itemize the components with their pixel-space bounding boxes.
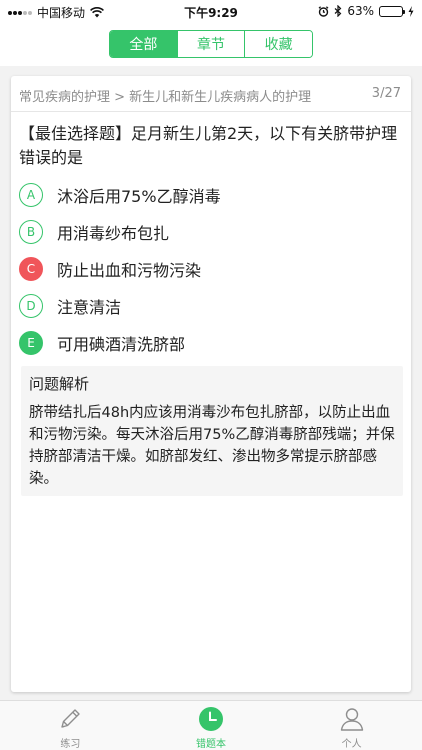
segment-favorites[interactable]: 收藏 <box>244 31 312 57</box>
option-d[interactable]: D 注意清洁 <box>19 287 403 324</box>
option-a[interactable]: A 沐浴后用75%乙醇消毒 <box>19 176 403 213</box>
tab-profile[interactable]: 个人 <box>281 701 422 750</box>
question-card: 常见疾病的护理 > 新生儿和新生儿疾病病人的护理 3/27 【最佳选择题】足月新… <box>11 76 411 692</box>
analysis-text: 脐带结扎后48h内应该用消毒沙布包扎脐部，以防止出血和污物污染。每天沐浴后用75… <box>29 405 395 487</box>
question-counter: 3/27 <box>371 86 401 101</box>
battery-percent: 63% <box>347 4 374 18</box>
option-text: 防止出血和污物污染 <box>57 260 202 280</box>
option-text: 用消毒纱布包扎 <box>57 223 170 243</box>
option-letter: E <box>19 330 43 355</box>
analysis-box: 问题解析 脐带结扎后48h内应该用消毒沙布包扎脐部，以防止出血和污物污染。每天沐… <box>21 366 403 496</box>
option-letter: A <box>19 182 43 207</box>
tab-practice[interactable]: 练习 <box>0 701 141 750</box>
segment-chapter[interactable]: 章节 <box>176 31 245 57</box>
option-text: 注意清洁 <box>57 297 122 317</box>
option-text: 可用碘酒清洗脐部 <box>57 334 186 354</box>
options-list: A 沐浴后用75%乙醇消毒 B 用消毒纱布包扎 C 防止出血和污物污染 D 注意… <box>19 176 403 361</box>
question-text: 【最佳选择题】足月新生儿第2天，以下有关脐带护理错误的是 <box>19 124 398 167</box>
person-icon <box>338 706 366 732</box>
option-letter: B <box>19 219 43 244</box>
alarm-icon <box>318 5 329 17</box>
status-right: 63% <box>318 4 414 18</box>
pencil-icon <box>56 706 84 732</box>
charging-icon <box>408 5 414 17</box>
bluetooth-icon <box>334 5 342 17</box>
option-text: 沐浴后用75%乙醇消毒 <box>57 186 221 206</box>
option-c[interactable]: C 防止出血和污物污染 <box>19 250 403 287</box>
tab-label: 错题本 <box>196 739 226 750</box>
segment-all[interactable]: 全部 <box>110 31 177 57</box>
breadcrumb-row: 常见疾病的护理 > 新生儿和新生儿疾病病人的护理 3/27 <box>11 76 411 112</box>
breadcrumb: 常见疾病的护理 > 新生儿和新生儿疾病病人的护理 <box>19 90 312 105</box>
option-letter: D <box>19 293 43 318</box>
tab-label: 个人 <box>341 739 362 750</box>
filter-segmented-control: 全部 章节 收藏 <box>109 30 313 58</box>
status-bar: 中国移动 下午9:29 63% <box>0 0 422 24</box>
analysis-title: 问题解析 <box>29 375 90 393</box>
tab-label: 练习 <box>60 739 81 750</box>
option-b[interactable]: B 用消毒纱布包扎 <box>19 213 403 250</box>
option-e[interactable]: E 可用碘酒清洗脐部 <box>19 324 403 361</box>
option-letter: C <box>19 256 43 281</box>
tab-bar: 练习 错题本 个人 <box>0 700 422 750</box>
tab-mistakes[interactable]: 错题本 <box>141 701 282 750</box>
battery-icon <box>379 5 405 17</box>
header: 全部 章节 收藏 <box>0 24 422 66</box>
clock-icon <box>197 706 225 732</box>
